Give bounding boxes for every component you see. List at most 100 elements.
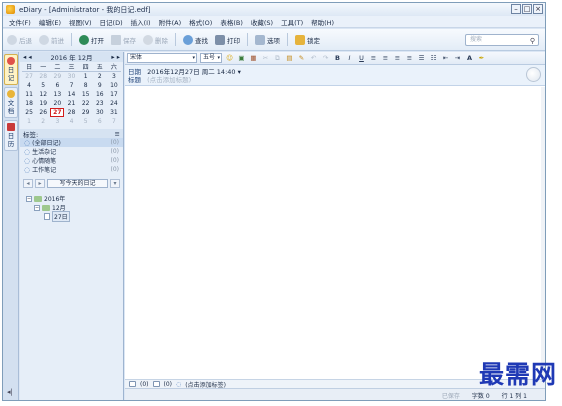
tree-node-month[interactable]: − 12月 (26, 203, 123, 212)
search-icon[interactable]: ⚲ (530, 36, 535, 46)
print-button[interactable]: 打印 (215, 34, 240, 45)
close-button[interactable]: × (533, 4, 543, 14)
highlight-icon[interactable]: ✒ (477, 54, 486, 62)
calendar-prev-button[interactable]: ◂ ◂ (23, 53, 32, 61)
menu-edit[interactable]: 编辑(E) (39, 17, 61, 27)
calendar-day[interactable]: 4 (64, 117, 78, 126)
calendar-day[interactable]: 6 (50, 81, 64, 90)
menu-format[interactable]: 格式(O) (189, 17, 212, 27)
font-select[interactable]: 宋体 ▾ (127, 53, 197, 63)
attachment-icon[interactable] (129, 381, 136, 387)
calendar-day[interactable]: 29 (50, 72, 64, 81)
comment-icon[interactable] (152, 381, 160, 387)
menu-diary[interactable]: 日记(D) (100, 17, 123, 27)
menu-help[interactable]: 帮助(H) (311, 17, 334, 27)
collapse-panel-icon[interactable]: ◂| (7, 388, 13, 396)
numbered-list-icon[interactable]: ☷ (429, 54, 438, 62)
align-center-icon[interactable]: ≡ (381, 54, 390, 62)
prev-entry-button[interactable]: ◂ (23, 178, 33, 188)
tag-item-life[interactable]: ◌ 生活杂记 (0) (20, 147, 123, 157)
menu-attachment[interactable]: 附件(A) (159, 17, 182, 27)
menu-view[interactable]: 视图(V) (69, 17, 92, 27)
diary-text-area[interactable] (125, 87, 545, 379)
calendar-day[interactable]: 11 (22, 90, 36, 99)
calendar-day[interactable]: 7 (64, 81, 78, 90)
menu-table[interactable]: 表格(B) (220, 17, 243, 27)
calendar-day[interactable]: 1 (79, 72, 93, 81)
calendar-day[interactable]: 31 (107, 108, 121, 117)
align-right-icon[interactable]: ≡ (393, 54, 402, 62)
indent-decrease-icon[interactable]: ⇤ (441, 54, 450, 62)
find-button[interactable]: 查找 (183, 34, 208, 45)
calendar-day[interactable]: 20 (50, 99, 64, 108)
calendar-day[interactable]: 21 (64, 99, 78, 108)
date-value[interactable]: 2016年12月27日 周二 14:40 (147, 68, 235, 76)
calendar-day[interactable]: 8 (79, 81, 93, 90)
calendar-day[interactable]: 23 (93, 99, 107, 108)
insert-table-icon[interactable]: ▦ (249, 54, 258, 62)
calendar-day[interactable]: 14 (64, 90, 78, 99)
calendar-day[interactable]: 10 (107, 81, 121, 90)
calendar-day[interactable]: 27 (22, 72, 36, 81)
minimize-button[interactable]: – (511, 4, 521, 14)
weather-icon[interactable] (526, 67, 541, 82)
calendar-day[interactable]: 12 (36, 90, 50, 99)
menu-favorites[interactable]: 收藏(S) (251, 17, 273, 27)
bold-button[interactable]: B (333, 54, 342, 62)
tree-node-day[interactable]: 27日 (26, 211, 123, 222)
lock-button[interactable]: 锁定 (295, 34, 320, 45)
calendar-day[interactable]: 9 (93, 81, 107, 90)
calendar-day[interactable]: 1 (22, 117, 36, 126)
bullet-list-icon[interactable]: ☰ (417, 54, 426, 62)
tag-item-work[interactable]: ◌ 工作笔记 (0) (20, 165, 123, 175)
title-input[interactable]: (点击添加标题) (147, 76, 191, 84)
calendar-day[interactable]: 28 (64, 108, 78, 117)
maximize-button[interactable]: □ (522, 4, 532, 14)
calendar-day[interactable]: 15 (79, 90, 93, 99)
calendar-day[interactable]: 2 (93, 72, 107, 81)
write-today-dropdown[interactable]: ▾ (110, 178, 120, 188)
calendar-day[interactable]: 25 (22, 108, 36, 117)
vertical-scrollbar[interactable] (541, 87, 545, 379)
format-painter-icon[interactable]: ✎ (297, 54, 306, 62)
forward-button[interactable]: 前进 (39, 34, 64, 45)
calendar-next-button[interactable]: ▸ ▸ (111, 53, 120, 61)
calendar-day[interactable]: 30 (64, 72, 78, 81)
calendar-day-today[interactable]: 27 (50, 108, 65, 117)
indent-increase-icon[interactable]: ⇥ (453, 54, 462, 62)
delete-button[interactable]: 删除 (143, 34, 168, 45)
save-button[interactable]: 保存 (111, 34, 136, 45)
menu-file[interactable]: 文件(F) (9, 17, 31, 27)
calendar-day[interactable]: 29 (79, 108, 93, 117)
calendar-day[interactable]: 18 (22, 99, 36, 108)
menu-tools[interactable]: 工具(T) (281, 17, 303, 27)
copy-icon[interactable]: ⧉ (273, 54, 282, 63)
paste-icon[interactable]: ▤ (285, 54, 294, 62)
insert-image-icon[interactable]: ▣ (237, 54, 246, 62)
search-input[interactable]: 搜索 ⚲ (465, 34, 539, 46)
align-left-icon[interactable]: ≡ (369, 54, 378, 62)
options-button[interactable]: 选项 (255, 34, 280, 45)
write-today-button[interactable]: 写今天的日记 (47, 178, 108, 188)
back-button[interactable]: 后退 (7, 34, 32, 45)
tab-calendar[interactable]: 日历 (4, 120, 18, 151)
calendar-day[interactable]: 3 (50, 117, 64, 126)
calendar-day[interactable]: 5 (36, 81, 50, 90)
redo-icon[interactable]: ↷ (321, 54, 330, 62)
calendar-day[interactable]: 28 (36, 72, 50, 81)
tab-diary[interactable]: 日记 (4, 54, 18, 85)
calendar-day[interactable]: 24 (107, 99, 121, 108)
tags-menu-icon[interactable]: ≡ (115, 130, 120, 138)
calendar-day[interactable]: 5 (79, 117, 93, 126)
calendar-day[interactable]: 6 (93, 117, 107, 126)
calendar-day[interactable]: 19 (36, 99, 50, 108)
chevron-down-icon[interactable]: ▾ (238, 68, 241, 76)
cut-icon[interactable]: ✂ (261, 54, 270, 62)
calendar-day[interactable]: 30 (93, 108, 107, 117)
calendar-day[interactable]: 2 (36, 117, 50, 126)
calendar-day[interactable]: 4 (22, 81, 36, 90)
font-color-button[interactable]: A (465, 54, 474, 62)
calendar-day[interactable]: 13 (50, 90, 64, 99)
justify-icon[interactable]: ≡ (405, 54, 414, 62)
calendar-day[interactable]: 16 (93, 90, 107, 99)
